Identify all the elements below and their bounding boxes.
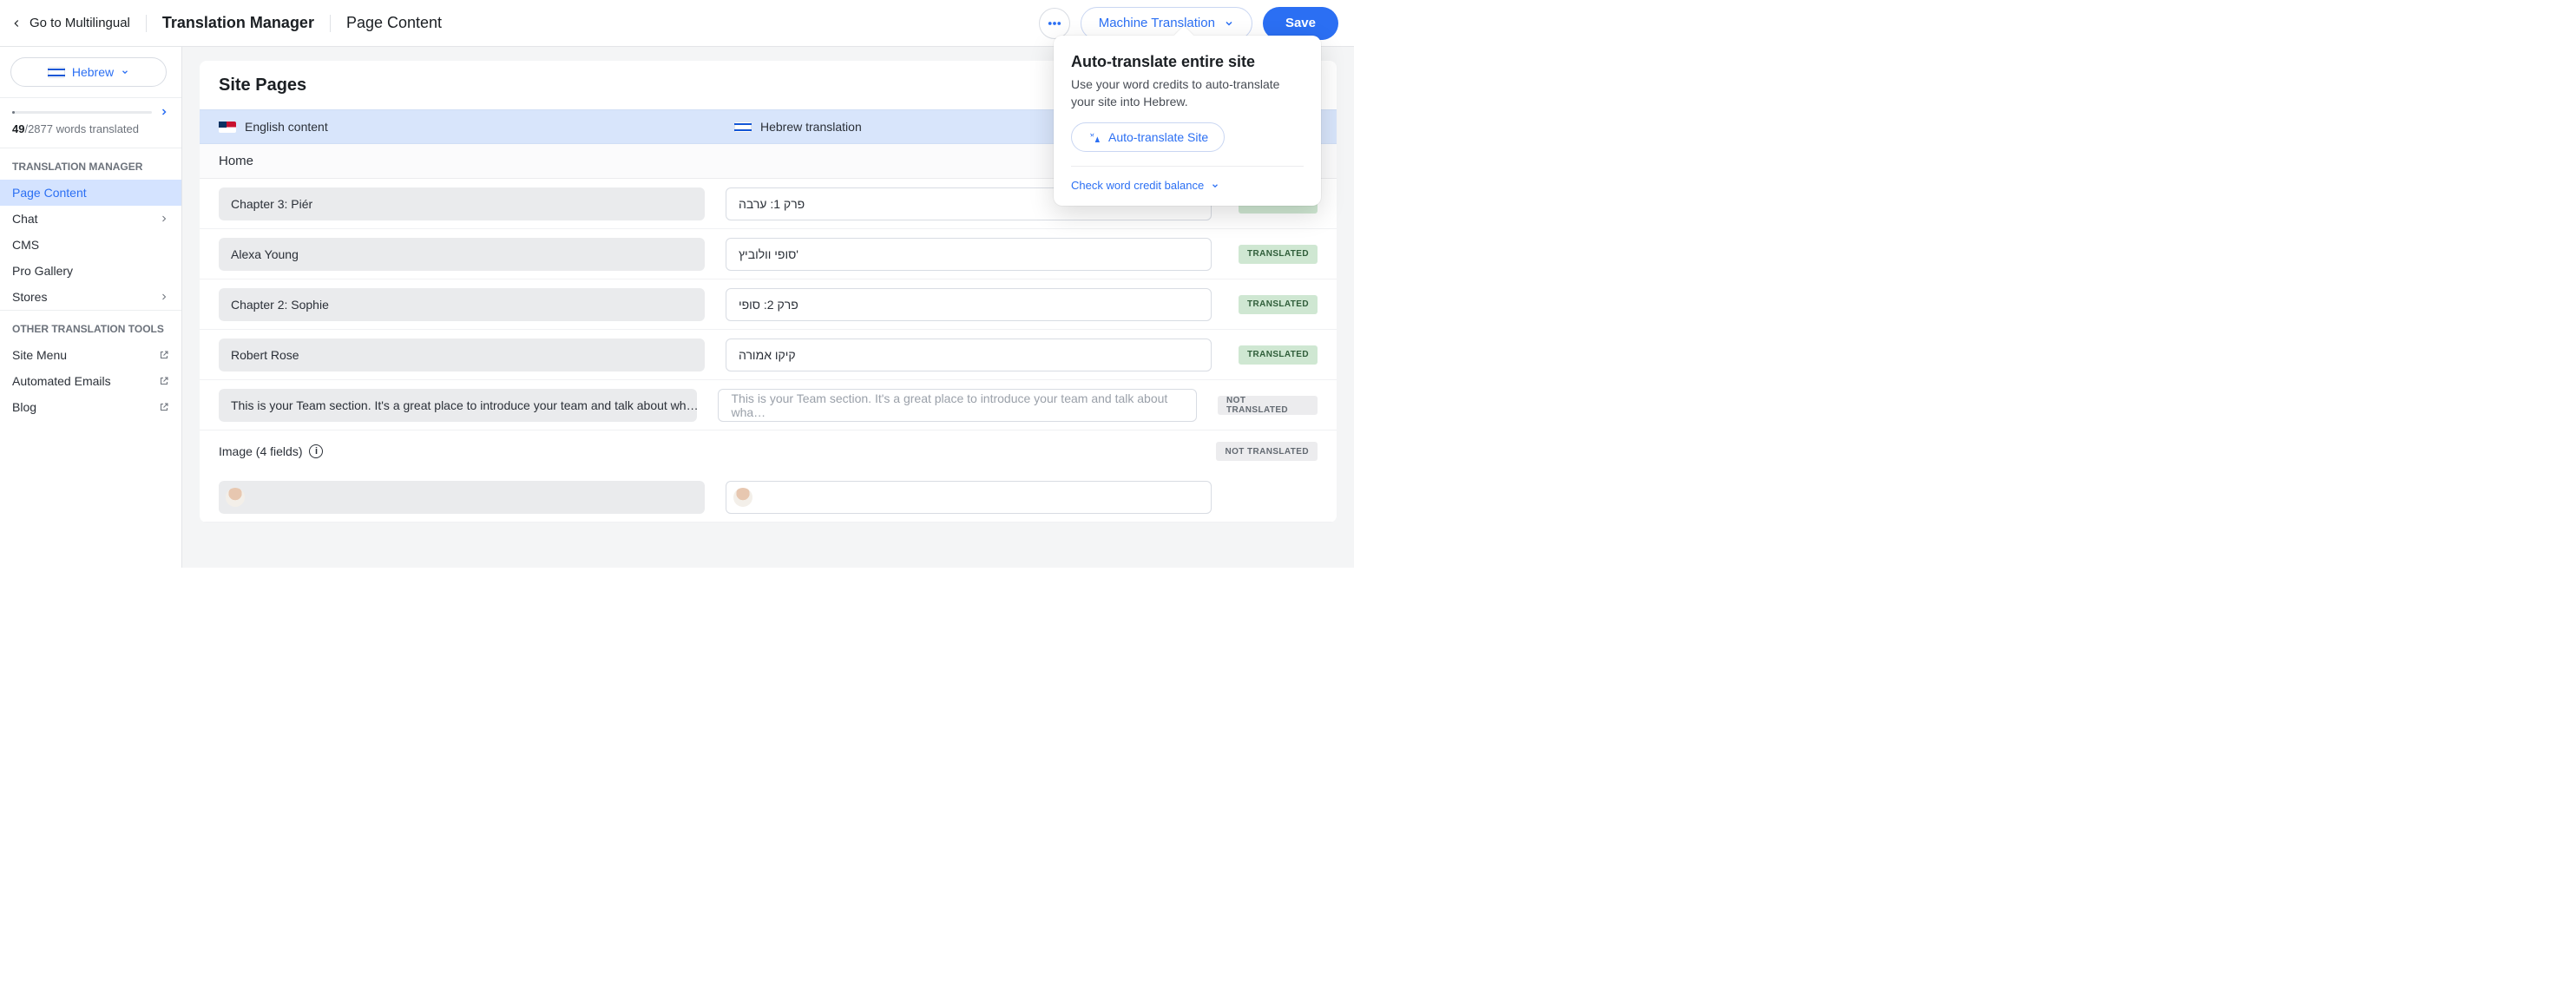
flag-israel-icon [734, 122, 752, 133]
more-button[interactable] [1039, 8, 1070, 39]
target-input[interactable]: קיקו אמורה [726, 339, 1212, 371]
auto-translate-popover: Auto-translate entire site Use your word… [1054, 36, 1321, 206]
popover-text: Use your word credits to auto-translate … [1071, 76, 1304, 110]
chevron-down-icon [1224, 18, 1234, 29]
sidebar-item-cms[interactable]: CMS [0, 232, 181, 258]
source-cell: This is your Team section. It's a great … [219, 389, 697, 422]
sidebar-item-label: Page Content [12, 186, 87, 200]
language-select[interactable]: Hebrew [10, 57, 167, 87]
sidebar-item-label: Site Menu [12, 348, 67, 362]
target-input[interactable]: This is your Team section. It's a great … [718, 389, 1197, 422]
image-group-label: Image (4 fields) [219, 444, 302, 458]
info-icon[interactable]: i [309, 444, 323, 458]
table-row: This is your Team section. It's a great … [200, 380, 1337, 431]
auto-translate-site-button[interactable]: Auto-translate Site [1071, 122, 1225, 152]
expand-progress-icon[interactable] [159, 107, 169, 117]
separator [146, 15, 147, 32]
col-target-label: Hebrew translation [760, 120, 862, 134]
status-badge: TRANSLATED [1239, 345, 1318, 365]
words-total-label: /2877 words translated [24, 122, 139, 135]
source-cell: Chapter 3: Piér [219, 187, 705, 220]
sidebar-item-page-content[interactable]: Page Content [0, 180, 181, 206]
external-link-icon [159, 350, 169, 360]
sidebar-item-blog[interactable]: Blog [0, 394, 181, 420]
words-done-count: 49 [12, 122, 24, 135]
sidebar-item-label: CMS [12, 238, 39, 252]
words-count: 49/2877 words translated [0, 121, 181, 148]
main: Site Pages All pages English content [182, 47, 1354, 568]
panel-title: Site Pages [219, 76, 306, 95]
save-button[interactable]: Save [1263, 7, 1338, 40]
flag-israel-icon [48, 67, 65, 78]
chevron-right-icon [159, 292, 169, 302]
col-source-label: English content [245, 120, 328, 134]
chevron-down-icon [1211, 181, 1219, 190]
table-row: Alexa Young סופי וולוביץ' TRANSLATED [200, 229, 1337, 279]
machine-translation-button[interactable]: Machine Translation [1081, 7, 1252, 40]
machine-translation-label: Machine Translation [1099, 16, 1215, 30]
sidebar-item-stores[interactable]: Stores [0, 284, 181, 310]
external-link-icon [159, 402, 169, 412]
separator [330, 15, 331, 32]
sidebar-group-title-other: OTHER TRANSLATION TOOLS [0, 310, 181, 342]
translate-icon [1088, 130, 1101, 144]
table-row: Robert Rose קיקו אמורה TRANSLATED [200, 330, 1337, 380]
arrow-left-icon [10, 17, 23, 30]
status-badge: NOT TRANSLATED [1218, 396, 1318, 415]
table-row [200, 472, 1337, 523]
chevron-down-icon [121, 68, 129, 76]
auto-translate-site-label: Auto-translate Site [1108, 130, 1208, 144]
breadcrumb-translation-manager: Translation Manager [162, 14, 314, 32]
source-cell: Alexa Young [219, 238, 705, 271]
external-link-icon [159, 376, 169, 386]
sidebar-item-automated-emails[interactable]: Automated Emails [0, 368, 181, 394]
back-label: Go to Multilingual [30, 16, 130, 30]
check-credit-link[interactable]: Check word credit balance [1071, 179, 1204, 192]
avatar-icon [733, 488, 752, 507]
sidebar: Hebrew 49/2877 words translated TRANSLAT… [0, 47, 182, 568]
translation-progress-bar [12, 111, 152, 114]
sidebar-item-chat[interactable]: Chat [0, 206, 181, 232]
source-cell: Robert Rose [219, 339, 705, 371]
sidebar-item-site-menu[interactable]: Site Menu [0, 342, 181, 368]
sidebar-item-label: Stores [12, 290, 47, 304]
sidebar-item-label: Automated Emails [12, 374, 111, 388]
popover-title: Auto-translate entire site [1071, 53, 1304, 71]
chevron-right-icon [159, 214, 169, 224]
status-badge: TRANSLATED [1239, 295, 1318, 314]
language-label: Hebrew [72, 65, 114, 79]
target-input[interactable]: פרק 2: סופי [726, 288, 1212, 321]
source-cell: Chapter 2: Sophie [219, 288, 705, 321]
breadcrumb-page-content: Page Content [346, 14, 442, 32]
status-badge: TRANSLATED [1239, 245, 1318, 264]
sidebar-item-label: Chat [12, 212, 38, 226]
target-input[interactable]: סופי וולוביץ' [726, 238, 1212, 271]
status-badge: NOT TRANSLATED [1216, 442, 1318, 461]
flag-us-icon [219, 122, 236, 133]
sidebar-group-title-tm: TRANSLATION MANAGER [0, 148, 181, 180]
more-icon [1047, 16, 1062, 31]
sidebar-item-pro-gallery[interactable]: Pro Gallery [0, 258, 181, 284]
sidebar-item-label: Blog [12, 400, 36, 414]
image-group-heading: Image (4 fields) i NOT TRANSLATED [200, 431, 1337, 472]
source-image-cell [219, 481, 705, 514]
target-image-input[interactable] [726, 481, 1212, 514]
sidebar-item-label: Pro Gallery [12, 264, 73, 278]
avatar-icon [226, 488, 245, 507]
back-link[interactable]: Go to Multilingual [10, 16, 130, 30]
table-row: Chapter 2: Sophie פרק 2: סופי TRANSLATED [200, 279, 1337, 330]
